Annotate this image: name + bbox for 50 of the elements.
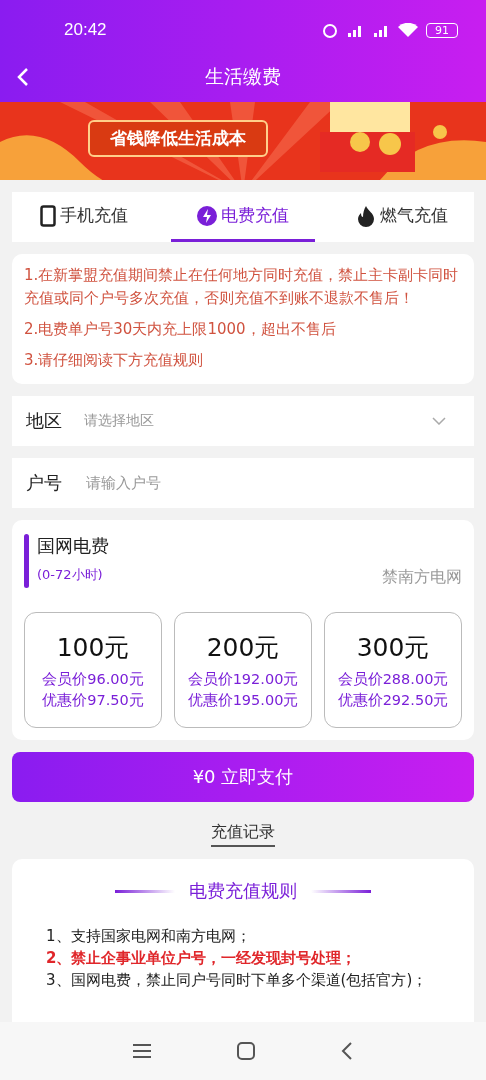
notice-text: 2.电费单户号30天内充上限1000，超出不售后 [24,319,337,340]
member-price: 会员价288.00元 [337,669,449,689]
amount-text: 100元 [56,631,130,664]
accent-bar [24,534,29,588]
status-time: 20:42 [64,20,107,40]
signal-icon [372,23,390,37]
pay-button[interactable]: ¥0 立即支付 [12,752,474,802]
back-icon[interactable] [341,1042,353,1060]
member-price: 会员价192.00元 [187,669,299,689]
lightning-icon [197,205,217,226]
region-select[interactable]: 地区 请选择地区 [12,396,474,446]
phone-icon [40,204,57,227]
menu-icon[interactable] [133,1043,151,1059]
tab[interactable]: 电费充值 [170,192,316,242]
wifi-icon [398,23,418,37]
back-icon[interactable] [16,67,30,87]
product-subtitle: (0-72小时) [37,566,104,584]
signal-icon [346,23,364,37]
home-icon[interactable] [237,1042,255,1060]
amount-option[interactable]: 100元 会员价96.00元 优惠价97.50元 [24,612,162,728]
amount-text: 200元 [206,631,280,664]
rule-text: 3、国网电费，禁止同户号同时下单多个渠道(包括官方)； [46,970,429,991]
amount-option[interactable]: 200元 会员价192.00元 优惠价195.00元 [174,612,312,728]
placeholder-text: 请选择地区 [84,412,154,430]
discount-price: 优惠价292.50元 [337,690,449,710]
tab[interactable]: 燃气充值 [329,192,474,242]
page-title: 生活缴费 [205,64,281,89]
battery-indicator: 91 [426,22,458,38]
account-field[interactable]: 户号 请输入户号 [12,458,474,508]
records-link[interactable]: 充值记录 [211,822,275,847]
tab[interactable]: 手机充值 [12,192,157,242]
notice-text: 3.请仔细阅读下方充值规则 [24,350,205,371]
notice-text: 1.在新掌盟充值期间禁止在任何地方同时充值，禁止主卡副卡同时充值或同个户号多次充值，否则充值不到账不退款不售后！ [24,265,460,309]
alarm-icon [322,22,338,38]
banner-slogan: 省钱降低生活成本 [88,120,268,157]
rule-text: 2、禁止企事业单位户号，一经发现封号处理； [46,948,358,969]
product-note: 禁南方电网 [382,567,462,588]
discount-price: 优惠价97.50元 [42,690,144,710]
member-price: 会员价96.00元 [42,669,144,689]
rules-title: 电费充值规则 [189,879,297,903]
field-label: 户号 [26,471,63,495]
account-input[interactable]: 请输入户号 [84,473,460,493]
amount-text: 300元 [356,631,430,664]
field-label: 地区 [26,409,63,433]
product-title: 国网电费 [37,534,109,558]
discount-price: 优惠价195.00元 [187,690,299,710]
chevron-down-icon [432,417,446,425]
flame-icon [355,204,376,227]
amount-option[interactable]: 300元 会员价288.00元 优惠价292.50元 [324,612,462,728]
rule-text: 1、支持国家电网和南方电网； [46,926,252,947]
